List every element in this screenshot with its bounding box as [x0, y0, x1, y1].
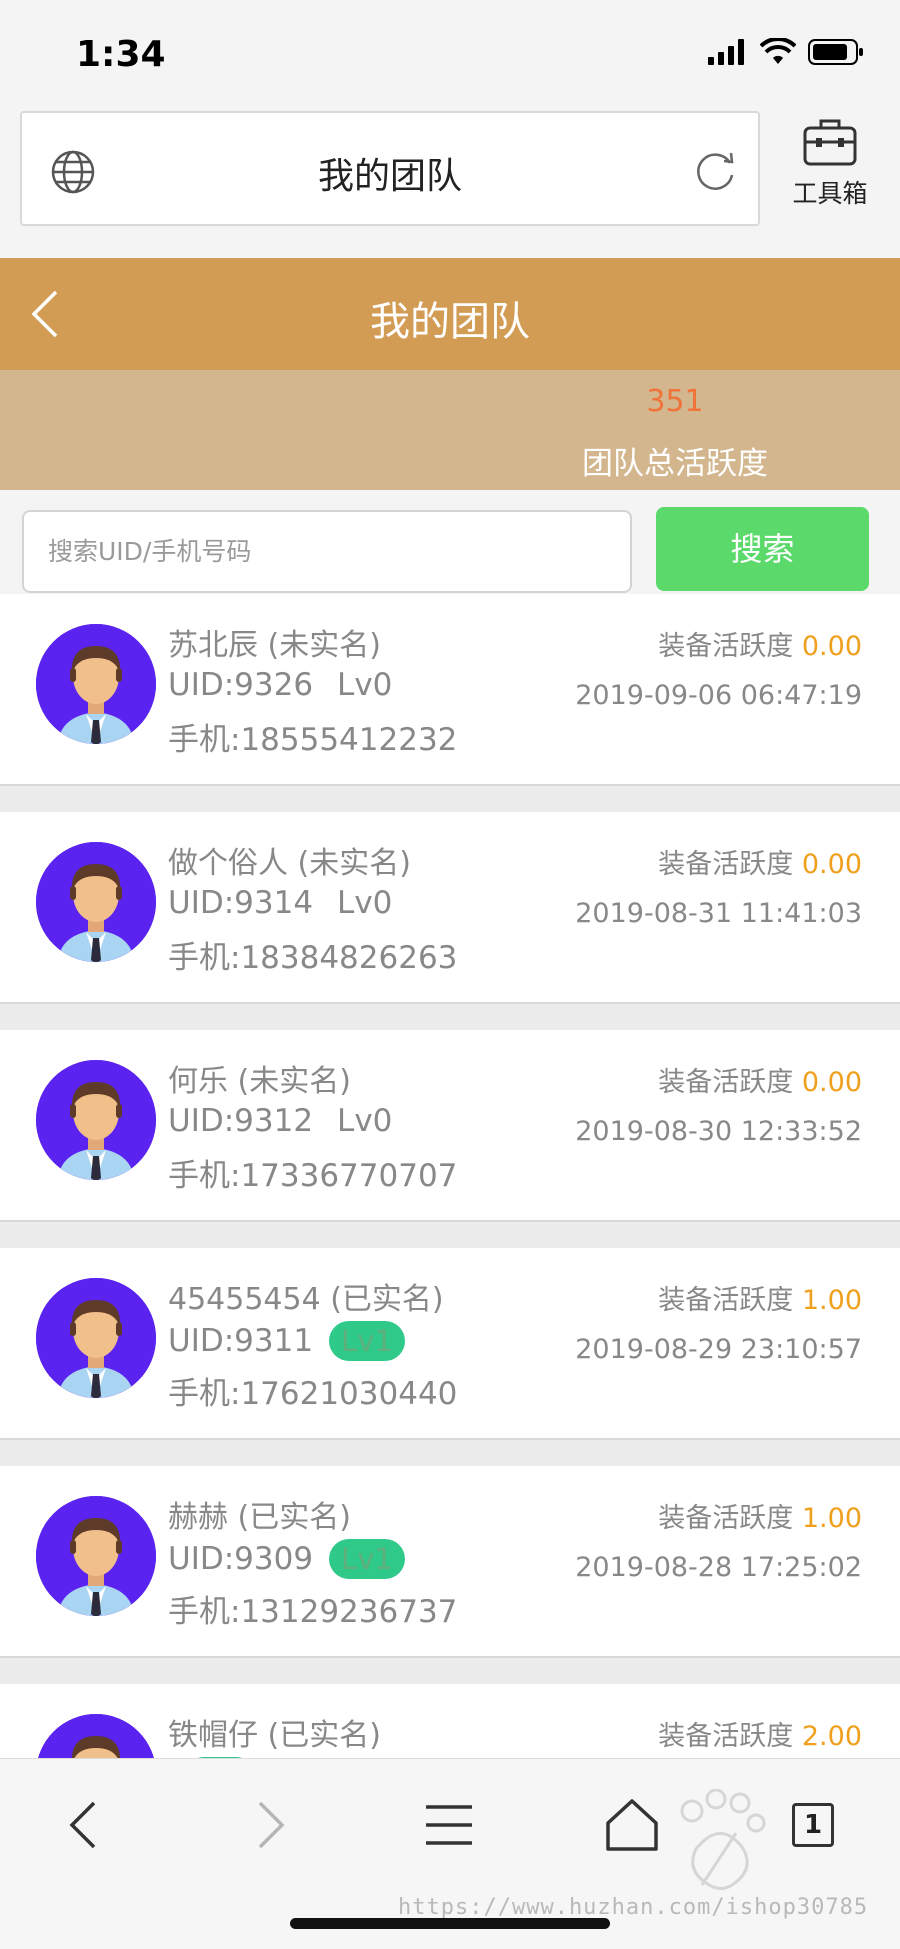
- status-bar: 1:34: [0, 0, 900, 100]
- status-time: 1:34: [76, 34, 166, 75]
- home-indicator: [290, 1918, 610, 1929]
- avatar: [36, 1496, 156, 1616]
- member-name: 45455454 (已实名): [168, 1282, 444, 1317]
- activity-label: 装备活跃度: [658, 1067, 794, 1098]
- back-nav-icon[interactable]: [64, 1797, 104, 1853]
- wifi-icon: [760, 38, 796, 64]
- member-uid: UID:9312: [168, 1103, 314, 1139]
- member-date: 2019-09-06 06:47:19: [575, 680, 862, 711]
- activity-label: 装备活跃度: [658, 849, 794, 880]
- screen: 1:34 我的团队 工具箱 我的团队 351 团队总活跃度 搜索UID/手机号码…: [0, 0, 900, 1949]
- member-name: 做个俗人 (未实名): [168, 846, 411, 881]
- menu-icon[interactable]: [424, 1797, 474, 1853]
- member-item[interactable]: 苏北辰 (未实名) UID:9326 Lv0 手机:18555412232 装备…: [0, 594, 900, 786]
- tabs-icon[interactable]: 1: [792, 1803, 834, 1847]
- member-level: Lv0: [337, 667, 393, 703]
- avatar-icon: [36, 624, 156, 744]
- activity-value: 2.00: [801, 1721, 862, 1752]
- member-uid: UID:9311: [168, 1323, 314, 1359]
- member-item[interactable]: 赫赫 (已实名) UID:9309 Lv1 手机:13129236737 装备活…: [0, 1466, 900, 1658]
- avatar: [36, 624, 156, 744]
- activity-value: 1.00: [801, 1285, 862, 1316]
- avatar: [36, 1714, 156, 1758]
- member-name: 何乐 (未实名): [168, 1064, 351, 1099]
- member-phone: 手机:17621030440: [168, 1376, 458, 1412]
- member-uid-row: UID:9312 Lv0: [168, 1103, 392, 1139]
- avatar-icon: [36, 1060, 156, 1180]
- activity-label: 装备活跃度: [658, 1721, 794, 1752]
- member-date: 2019-08-30 12:33:52: [575, 1116, 862, 1147]
- member-name: 苏北辰 (未实名): [168, 628, 381, 663]
- member-item[interactable]: 何乐 (未实名) UID:9312 Lv0 手机:17336770707 装备活…: [0, 1030, 900, 1222]
- member-activity: 装备活跃度 0.00: [658, 1060, 862, 1099]
- activity-value: 0.00: [801, 631, 862, 662]
- member-uid: UID:9309: [168, 1541, 314, 1577]
- browser-bar: 我的团队 工具箱: [0, 100, 900, 258]
- avatar-icon: [36, 1278, 156, 1398]
- page-header: 我的团队: [0, 258, 900, 370]
- toolbox-button[interactable]: 工具箱: [775, 116, 885, 210]
- search-input[interactable]: [22, 510, 632, 593]
- reload-icon[interactable]: [694, 149, 738, 193]
- total-activity-value: 351: [646, 384, 704, 419]
- member-uid: UID:9314: [168, 885, 314, 921]
- search-button[interactable]: 搜索: [656, 507, 869, 591]
- member-name: 赫赫 (已实名): [168, 1500, 351, 1535]
- member-item[interactable]: 做个俗人 (未实名) UID:9314 Lv0 手机:18384826263 装…: [0, 812, 900, 1004]
- member-uid: UID:9326: [168, 667, 314, 703]
- member-list: 苏北辰 (未实名) UID:9326 Lv0 手机:18555412232 装备…: [0, 594, 900, 1758]
- watermark-text: https://www.huzhan.com/ishop30785: [398, 1895, 869, 1920]
- page-title: 我的团队: [370, 299, 530, 345]
- member-uid-row: UID:9314 Lv0: [168, 885, 392, 921]
- paw-watermark-icon: [680, 1789, 766, 1890]
- member-activity: 装备活跃度 2.00: [658, 1714, 862, 1753]
- member-activity: 装备活跃度 0.00: [658, 842, 862, 881]
- address-bar-title: 我的团队: [317, 156, 462, 197]
- member-level-badge: Lv1: [329, 1321, 405, 1361]
- member-level: Lv0: [337, 885, 393, 921]
- member-activity: 装备活跃度 1.00: [658, 1496, 862, 1535]
- member-date: 2019-08-28 17:25:02: [575, 1552, 862, 1583]
- avatar: [36, 842, 156, 962]
- toolbox-icon: [803, 119, 857, 166]
- activity-label: 装备活跃度: [658, 631, 794, 662]
- avatar: [36, 1278, 156, 1398]
- member-date: 2019-08-31 11:41:03: [575, 898, 862, 929]
- activity-value: 1.00: [801, 1503, 862, 1534]
- avatar-icon: [36, 1714, 156, 1758]
- member-level: Lv0: [337, 1103, 393, 1139]
- toolbox-label: 工具箱: [792, 179, 868, 208]
- member-item[interactable]: 45455454 (已实名) UID:9311 Lv1 手机:176210304…: [0, 1248, 900, 1440]
- avatar-icon: [36, 842, 156, 962]
- member-activity: 装备活跃度 1.00: [658, 1278, 862, 1317]
- status-icons: [708, 38, 864, 66]
- address-bar[interactable]: 我的团队: [20, 111, 760, 226]
- member-phone: 手机:13129236737: [168, 1594, 458, 1630]
- member-uid-row: UID:9309 Lv1: [168, 1539, 405, 1579]
- member-uid-row: UID:9311 Lv1: [168, 1321, 405, 1361]
- forward-icon[interactable]: [250, 1797, 290, 1853]
- signal-icon: [708, 39, 744, 65]
- avatar-icon: [36, 1496, 156, 1616]
- activity-label: 装备活跃度: [658, 1285, 794, 1316]
- member-phone: 手机:18384826263: [168, 940, 458, 976]
- activity-value: 0.00: [801, 1067, 862, 1098]
- activity-value: 0.00: [801, 849, 862, 880]
- member-date: 2019-08-29 23:10:57: [575, 1334, 862, 1365]
- member-phone: 手机:17336770707: [168, 1158, 458, 1194]
- activity-label: 装备活跃度: [658, 1503, 794, 1534]
- member-level-badge: Lv1: [329, 1539, 405, 1579]
- member-name: 铁帽仔 (已实名): [168, 1718, 381, 1753]
- home-icon[interactable]: [604, 1797, 660, 1853]
- team-summary: 351 团队总活跃度: [0, 370, 900, 490]
- total-activity-label: 团队总活跃度: [582, 446, 768, 482]
- search-row: 搜索: [0, 490, 900, 594]
- avatar: [36, 1060, 156, 1180]
- member-activity: 装备活跃度 0.00: [658, 624, 862, 663]
- battery-icon: [808, 39, 863, 65]
- member-phone: 手机:18555412232: [168, 722, 458, 758]
- member-item[interactable]: 铁帽仔 (已实名) 装备活跃度 2.00: [0, 1684, 900, 1758]
- member-uid-row: UID:9326 Lv0: [168, 667, 392, 703]
